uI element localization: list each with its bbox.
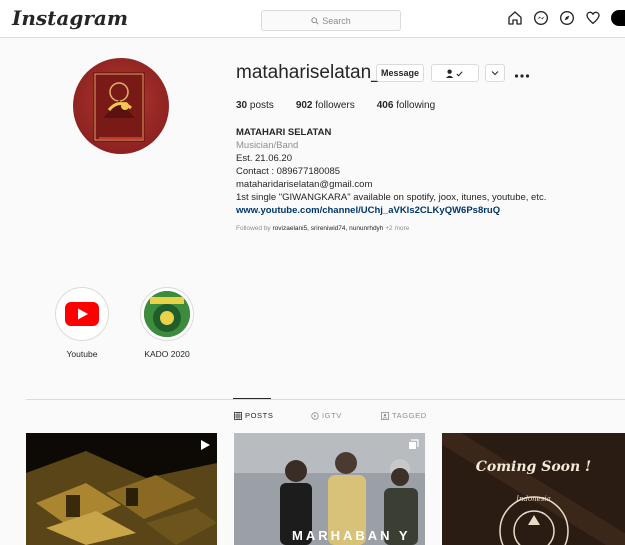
- active-tab-indicator: [233, 398, 271, 399]
- highlight-ring: [55, 287, 109, 341]
- following-button[interactable]: [431, 64, 479, 82]
- carousel-icon: [409, 439, 419, 449]
- post-overlay-text: MARHABAN Y: [292, 528, 411, 543]
- followers-count[interactable]: 902 followers: [296, 100, 355, 111]
- ellipsis-icon: [514, 74, 530, 78]
- search-input[interactable]: Search: [261, 10, 401, 31]
- instagram-logo[interactable]: Instagram: [12, 6, 128, 30]
- highlight-cover: [59, 291, 105, 337]
- highlight-ring: [140, 287, 194, 341]
- following-count[interactable]: 406 following: [377, 100, 435, 111]
- highlight-kado-2020[interactable]: KADO 2020: [132, 287, 202, 359]
- tab-label: TAGGED: [392, 411, 427, 420]
- explore-icon[interactable]: [559, 10, 575, 26]
- igtv-icon: [311, 411, 319, 420]
- chevron-down-icon: [491, 71, 499, 76]
- highlight-youtube[interactable]: Youtube: [47, 287, 117, 359]
- profile-stats: 30 posts 902 followers 406 following: [236, 100, 435, 111]
- followed-by-text[interactable]: Followed by rovizaelani5, srireniwid74, …: [236, 222, 616, 235]
- kado-2020-cover: [144, 291, 190, 337]
- bio-line: Contact : 089677180085: [236, 166, 341, 177]
- post-thumbnail[interactable]: Coming Soon ! Indonesia: [442, 433, 625, 545]
- play-icon: [201, 440, 210, 450]
- post-overlay-subtext: Indonesia: [516, 495, 551, 503]
- post-image: [442, 433, 625, 545]
- tab-igtv[interactable]: IGTV: [311, 411, 342, 420]
- kado-2020-artwork: [144, 291, 190, 337]
- bio-line: Est. 21.06.20: [236, 153, 292, 164]
- posts-count: 30 posts: [236, 100, 274, 111]
- website-link[interactable]: www.youtube.com/channel/UChj_aVKls2CLKyQ…: [236, 204, 616, 217]
- home-icon[interactable]: [507, 10, 523, 26]
- tab-label: IGTV: [322, 411, 342, 420]
- highlight-label: Youtube: [66, 349, 98, 359]
- suggestions-dropdown-button[interactable]: [485, 64, 505, 82]
- category-label: Musician/Band: [236, 140, 299, 151]
- search-icon: [311, 16, 319, 25]
- options-button[interactable]: [514, 67, 530, 85]
- post-overlay-text: Coming Soon !: [475, 459, 592, 475]
- bio-line: 1st single "GIWANGKARA" available on spo…: [236, 192, 547, 203]
- nav-icons: [507, 10, 625, 26]
- tabs-divider: [26, 399, 625, 400]
- profile-artwork: [93, 72, 145, 142]
- youtube-icon: [65, 302, 99, 326]
- profile-avatar[interactable]: [611, 10, 625, 26]
- profile-bio: MATAHARI SELATAN Musician/Band Est. 21.0…: [236, 126, 616, 235]
- profile-picture[interactable]: [73, 58, 169, 154]
- tab-tagged[interactable]: TAGGED: [381, 411, 427, 420]
- tab-label: POSTS: [245, 411, 274, 420]
- highlight-label: KADO 2020: [144, 349, 190, 359]
- message-button[interactable]: Message: [376, 64, 424, 82]
- tab-posts[interactable]: POSTS: [234, 411, 273, 420]
- grid-icon: [234, 411, 242, 420]
- post-thumbnail[interactable]: MARHABAN Y: [234, 433, 425, 545]
- post-thumbnail[interactable]: [26, 433, 217, 545]
- tagged-icon: [381, 411, 389, 420]
- post-image: [26, 433, 217, 545]
- messenger-icon[interactable]: [533, 10, 549, 26]
- profile-username: matahariselatan_: [236, 62, 382, 83]
- top-navigation-bar: Instagram Search: [0, 0, 625, 38]
- full-name: MATAHARI SELATAN: [236, 127, 332, 138]
- search-placeholder: Search: [322, 15, 351, 26]
- heart-icon[interactable]: [585, 10, 601, 26]
- person-check-icon: [446, 69, 463, 78]
- bio-line: mataharidariselatan@gmail.com: [236, 179, 373, 190]
